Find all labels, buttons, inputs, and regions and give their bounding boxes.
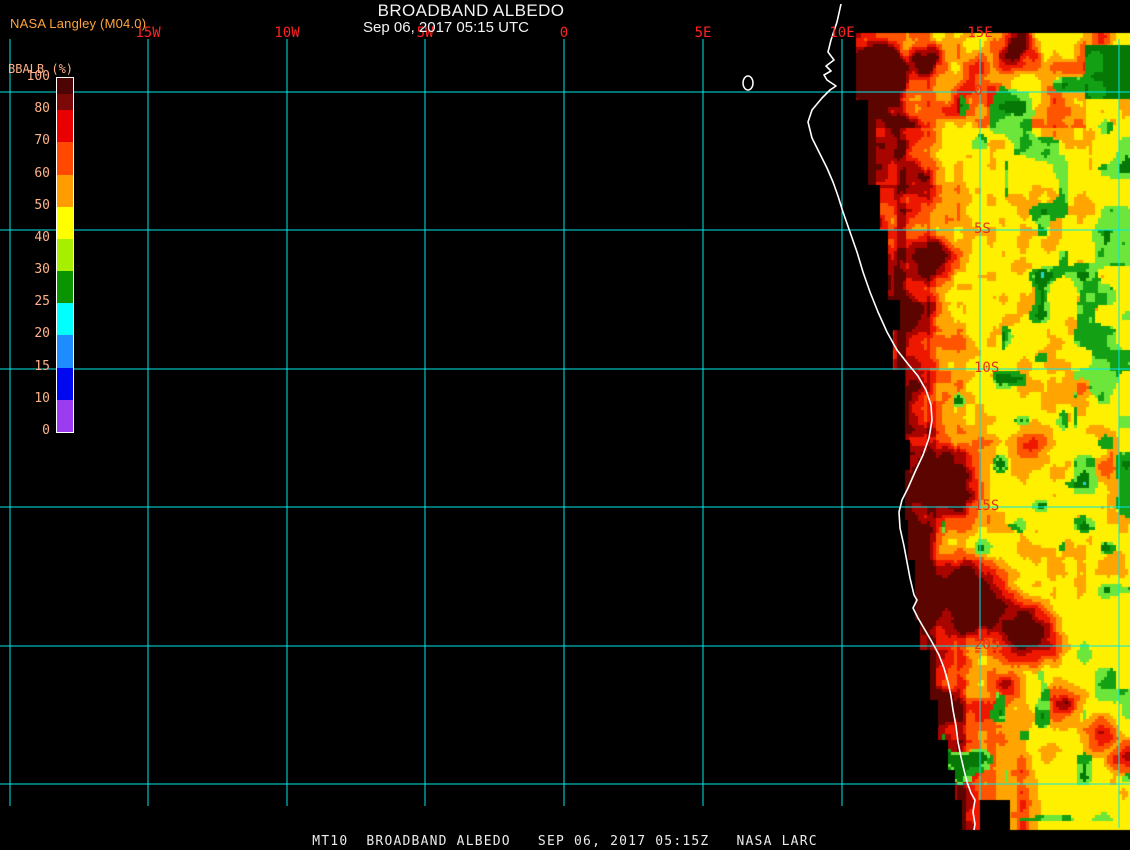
island-outline xyxy=(743,76,753,90)
colorbar xyxy=(56,77,74,433)
albedo-map-viewer: 15W10W5W05E10E15E05S10S15S20S NASA Langl… xyxy=(0,0,1130,850)
status-bar-text: MT10 BROADBAND ALBEDO SEP 06, 2017 05:15… xyxy=(0,834,1130,849)
lat-label-10S: 10S xyxy=(974,360,999,376)
lon-label-10E: 10E xyxy=(829,25,854,41)
colorbar-tick: 100 xyxy=(0,70,50,84)
colorbar-tick: 30 xyxy=(0,263,50,277)
lat-label-20S: 20S xyxy=(974,637,999,653)
colorbar-segment xyxy=(57,271,73,303)
colorbar-tick: 20 xyxy=(0,327,50,341)
colorbar-segment xyxy=(57,303,73,335)
lon-label-5E: 5E xyxy=(695,25,712,41)
colorbar-tick: 70 xyxy=(0,134,50,148)
colorbar-tick: 15 xyxy=(0,360,50,374)
colorbar-tick: 80 xyxy=(0,102,50,116)
colorbar-segment xyxy=(57,368,73,400)
map-grid-overlay: 15W10W5W05E10E15E05S10S15S20S xyxy=(0,0,1130,850)
page-title: BROADBAND ALBEDO xyxy=(378,1,565,21)
colorbar-segment xyxy=(57,110,73,142)
colorbar-segment xyxy=(57,400,73,432)
credit-label: NASA Langley (M04.0) xyxy=(10,16,146,31)
lat-label-0: 0 xyxy=(974,83,982,99)
colorbar-segment xyxy=(57,239,73,271)
colorbar-tick: 10 xyxy=(0,392,50,406)
lon-label-10W: 10W xyxy=(274,25,300,41)
colorbar-tick: 0 xyxy=(0,424,50,438)
lat-label-5S: 5S xyxy=(974,221,991,237)
colorbar-segment xyxy=(57,78,73,94)
colorbar-tick: 60 xyxy=(0,167,50,181)
colorbar-segment xyxy=(57,207,73,239)
lon-label-0: 0 xyxy=(560,25,568,41)
colorbar-segment xyxy=(57,335,73,368)
colorbar-tick: 50 xyxy=(0,199,50,213)
colorbar-tick: 40 xyxy=(0,231,50,245)
coastline xyxy=(808,4,975,830)
colorbar-segment xyxy=(57,175,73,207)
lon-label-15E: 15E xyxy=(967,25,992,41)
timestamp-subtitle: Sep 06, 2017 05:15 UTC xyxy=(363,19,529,36)
colorbar-segment xyxy=(57,142,73,175)
colorbar-tick: 25 xyxy=(0,295,50,309)
lat-label-15S: 15S xyxy=(974,498,999,514)
colorbar-segment xyxy=(57,94,73,110)
